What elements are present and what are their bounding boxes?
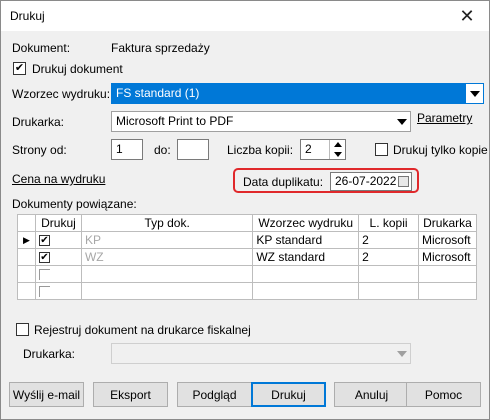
- document-label: Dokument:: [12, 41, 71, 55]
- price-on-print-link[interactable]: Cena na wydruku: [12, 172, 105, 186]
- fiscal-printer-label: Drukarka:: [23, 347, 76, 361]
- row-indicator-header: [17, 214, 36, 232]
- printer-value: Microsoft Print to PDF: [116, 114, 234, 128]
- col-header-type[interactable]: Typ dok.: [80, 214, 254, 232]
- printer-select[interactable]: Microsoft Print to PDF: [111, 111, 411, 132]
- row-printer[interactable]: Microsoft: [417, 248, 478, 266]
- pages-from-input[interactable]: 1: [111, 139, 143, 160]
- chevron-down-icon[interactable]: [330, 150, 345, 160]
- chevron-up-icon[interactable]: [330, 140, 345, 150]
- export-button[interactable]: Eksport: [93, 382, 168, 407]
- fiscal-printer-select[interactable]: [111, 343, 411, 364]
- row-type: [80, 282, 254, 300]
- template-label: Wzorzec wydruku:: [12, 87, 111, 101]
- help-button[interactable]: Pomoc: [406, 382, 481, 407]
- row-copies[interactable]: [358, 282, 419, 300]
- printer-label: Drukarka:: [12, 115, 65, 129]
- col-header-print[interactable]: Drukuj: [34, 214, 82, 232]
- row-printer[interactable]: [417, 265, 478, 283]
- table-row[interactable]: ✔ WZ WZ standard 2 Microsoft: [17, 248, 478, 266]
- parameters-link[interactable]: Parametry: [417, 111, 472, 125]
- duplicate-date-label: Data duplikatu:: [243, 175, 324, 189]
- current-row-indicator: ▶: [17, 231, 36, 249]
- col-header-printer[interactable]: Drukarka: [417, 214, 478, 232]
- row-copies[interactable]: [358, 265, 419, 283]
- row-print-checkbox[interactable]: ✔: [34, 248, 82, 266]
- row-print-checkbox[interactable]: [34, 282, 82, 300]
- row-template[interactable]: WZ standard: [252, 248, 360, 266]
- template-value: FS standard (1): [116, 86, 200, 100]
- calendar-icon[interactable]: [398, 176, 409, 187]
- row-type: WZ: [80, 248, 254, 266]
- template-select[interactable]: FS standard (1): [111, 83, 484, 104]
- duplicate-date-input[interactable]: 26-07-2022: [330, 172, 412, 191]
- send-email-button[interactable]: Wyślij e-mail: [9, 382, 84, 407]
- chevron-down-icon[interactable]: [466, 84, 483, 103]
- row-template[interactable]: [252, 282, 360, 300]
- row-indicator: [17, 248, 36, 266]
- print-document-checkbox[interactable]: ✔: [13, 62, 26, 75]
- preview-button[interactable]: Podgląd: [177, 382, 252, 407]
- cancel-button[interactable]: Anuluj: [334, 382, 409, 407]
- print-document-label: Drukuj dokument: [32, 62, 123, 76]
- copies-label: Liczba kopii:: [227, 143, 294, 157]
- copies-stepper[interactable]: 2: [300, 139, 346, 160]
- table-row[interactable]: [17, 265, 478, 283]
- close-icon[interactable]: ✕: [445, 1, 489, 31]
- document-value: Faktura sprzedaży: [111, 41, 210, 55]
- row-template[interactable]: KP standard: [252, 231, 360, 249]
- pages-to-label: do:: [154, 143, 171, 157]
- related-docs-label: Dokumenty powiązane:: [12, 197, 137, 211]
- chevron-down-icon[interactable]: [393, 112, 410, 131]
- window-title: Drukuj: [10, 9, 45, 23]
- copies-value: 2: [305, 142, 312, 156]
- row-printer[interactable]: Microsoft: [417, 231, 478, 249]
- row-copies[interactable]: 2: [358, 231, 419, 249]
- table-row[interactable]: [17, 282, 478, 300]
- col-header-template[interactable]: Wzorzec wydruku: [252, 214, 360, 232]
- fiscal-register-label: Rejestruj dokument na drukarce fiskalnej: [34, 323, 251, 337]
- row-printer[interactable]: [417, 282, 478, 300]
- related-docs-table: Drukuj Typ dok. Wzorzec wydruku L. kopii…: [17, 214, 478, 300]
- row-type: [80, 265, 254, 283]
- pages-from-label: Strony od:: [12, 143, 67, 157]
- row-indicator: [17, 265, 36, 283]
- row-copies[interactable]: 2: [358, 248, 419, 266]
- row-indicator: [17, 282, 36, 300]
- print-dialog: Drukuj ✕ Dokument: Faktura sprzedaży ✔ D…: [0, 0, 490, 420]
- stepper-arrows[interactable]: [329, 140, 345, 159]
- table-header-row: Drukuj Typ dok. Wzorzec wydruku L. kopii…: [17, 214, 478, 232]
- duplicate-date-value: 26-07-2022: [335, 174, 397, 188]
- chevron-down-icon[interactable]: [393, 344, 410, 363]
- print-copies-only-label: Drukuj tylko kopie: [393, 143, 488, 157]
- print-copies-only-checkbox[interactable]: [375, 143, 388, 156]
- fiscal-register-checkbox[interactable]: [16, 323, 29, 336]
- row-print-checkbox[interactable]: ✔: [34, 231, 82, 249]
- print-button[interactable]: Drukuj: [251, 382, 326, 407]
- row-template[interactable]: [252, 265, 360, 283]
- col-header-copies[interactable]: L. kopii: [358, 214, 419, 232]
- title-bar: Drukuj ✕: [1, 1, 489, 31]
- table-row[interactable]: ▶ ✔ KP KP standard 2 Microsoft: [17, 231, 478, 249]
- pages-to-input[interactable]: [177, 139, 209, 160]
- row-print-checkbox[interactable]: [34, 265, 82, 283]
- row-type: KP: [80, 231, 254, 249]
